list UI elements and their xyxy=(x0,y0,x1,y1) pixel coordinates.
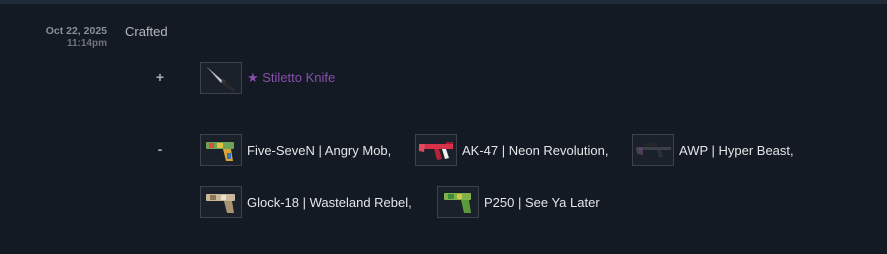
lost-item-name: Five-SeveN | Angry Mob xyxy=(247,142,388,158)
received-sign: + xyxy=(155,69,165,85)
history-event: Crafted xyxy=(125,24,168,39)
received-item-name: ★ Stiletto Knife xyxy=(247,70,336,85)
lost-item-name: AK-47 | Neon Revolution xyxy=(462,142,605,158)
top-divider xyxy=(0,0,887,4)
ak47-icon xyxy=(415,134,457,166)
lost-sign: - xyxy=(157,141,163,157)
glock-icon xyxy=(200,186,242,218)
history-time: 11:14pm xyxy=(66,38,107,49)
awp-icon xyxy=(632,134,674,166)
history-date: Oct 22, 2025 xyxy=(45,25,107,37)
lost-item[interactable]: Five-SeveN | Angry Mob, xyxy=(200,133,391,167)
stiletto-knife-icon xyxy=(200,62,242,94)
lost-item[interactable]: AK-47 | Neon Revolution, xyxy=(415,133,608,167)
p250-icon xyxy=(437,186,479,218)
lost-item-name: Glock-18 | Wasteland Rebel xyxy=(247,194,409,210)
five-seven-icon xyxy=(200,134,242,166)
lost-item[interactable]: AWP | Hyper Beast, xyxy=(632,133,794,167)
lost-item[interactable]: P250 | See Ya Later xyxy=(437,185,600,219)
received-item[interactable]: ★ Stiletto Knife xyxy=(200,61,335,95)
lost-item[interactable]: Glock-18 | Wasteland Rebel, xyxy=(200,185,412,219)
lost-item-name: AWP | Hyper Beast xyxy=(679,142,791,158)
lost-item-name: P250 | See Ya Later xyxy=(484,194,600,210)
